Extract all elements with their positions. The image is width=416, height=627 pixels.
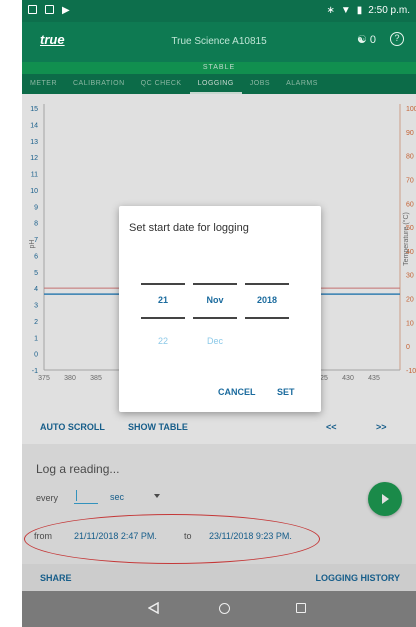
image-icon	[45, 5, 54, 14]
picker-divider	[193, 283, 237, 285]
picker-divider	[141, 317, 185, 319]
app-bar: true True Science A10815 ☯ 0 ?	[22, 22, 416, 62]
back-icon[interactable]	[148, 602, 160, 614]
home-icon[interactable]	[219, 603, 230, 614]
cancel-button[interactable]: CANCEL	[218, 387, 256, 397]
bluetooth-icon: ∗	[326, 5, 335, 16]
battery-icon: ▮	[356, 5, 363, 16]
dialog-title: Set start date for logging	[129, 222, 249, 234]
month-picker[interactable]: Nov	[191, 295, 239, 305]
device-screen: ▶ ∗ ▼ ▮ 2:50 p.m. true True Science A108…	[22, 0, 416, 627]
help-icon[interactable]: ?	[390, 32, 404, 46]
day-picker[interactable]: 21	[139, 295, 187, 305]
wifi-icon: ▼	[340, 5, 351, 16]
month-next-option[interactable]: Dec	[191, 336, 239, 346]
set-button[interactable]: SET	[277, 387, 295, 397]
date-picker-dialog: Set start date for logging 21 Nov 2018 2…	[119, 206, 321, 412]
recents-icon[interactable]	[296, 603, 306, 613]
picker-divider	[245, 317, 289, 319]
day-next-option[interactable]: 22	[139, 336, 187, 346]
play-store-icon: ▶	[62, 5, 70, 16]
system-nav-bar	[22, 591, 416, 627]
basket-button[interactable]: ☯ 0	[357, 33, 376, 46]
status-bar: ▶ ∗ ▼ ▮ 2:50 p.m.	[22, 0, 416, 22]
picker-divider	[245, 283, 289, 285]
picker-divider	[193, 317, 237, 319]
notification-icon	[28, 5, 37, 14]
clock: 2:50 p.m.	[368, 5, 410, 16]
basket-count: 0	[369, 34, 376, 46]
picker-divider	[141, 283, 185, 285]
year-picker[interactable]: 2018	[243, 295, 291, 305]
basket-icon: ☯	[356, 34, 367, 46]
